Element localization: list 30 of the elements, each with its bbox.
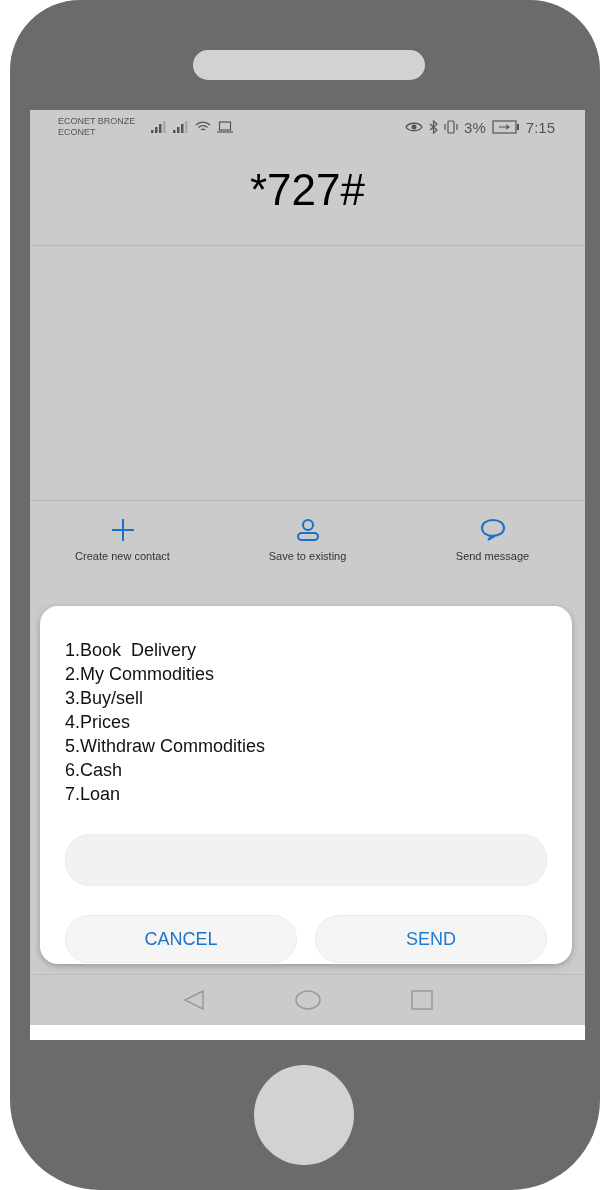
menu-option-text: 6.Cash: [65, 759, 124, 783]
menu-option-text: 7.Loan: [65, 783, 122, 807]
signal-icon: [173, 121, 190, 134]
carrier-name: ECONET BRONZE: [58, 116, 136, 128]
person-icon: [295, 518, 320, 543]
eye-icon: [405, 121, 424, 134]
clock-time: 7:15: [525, 119, 555, 136]
bluetooth-icon: [429, 120, 439, 135]
chat-bubble-icon: [479, 518, 506, 543]
vibrate-icon: [444, 120, 459, 135]
plus-icon: [110, 518, 135, 543]
contact-action-button[interactable]: Save to existing: [227, 518, 388, 563]
back-icon[interactable]: [182, 990, 205, 1011]
send-button[interactable]: SEND: [315, 915, 547, 964]
contact-action-button[interactable]: Send message: [412, 518, 573, 563]
menu-option-text: 3.Buy/sell: [65, 687, 145, 711]
menu-option-text: 1.Book Delivery: [65, 639, 198, 663]
signal-icon: [151, 121, 168, 134]
laptop-icon: [217, 121, 234, 134]
battery-percentage: 3%: [464, 119, 486, 136]
cancel-button[interactable]: CANCEL: [65, 915, 297, 964]
menu-option-text: 2.My Commodities: [65, 663, 216, 687]
contact-action-button[interactable]: Create new contact: [42, 518, 203, 563]
dialed-number: *727#: [250, 164, 365, 215]
home-icon[interactable]: [294, 990, 321, 1011]
menu-option-text: 5.Withdraw Commodities: [65, 735, 267, 759]
carrier-name: ECONET: [58, 127, 97, 139]
square-icon[interactable]: [410, 990, 433, 1011]
battery-icon: [491, 120, 520, 135]
menu-option-text: 4.Prices: [65, 711, 132, 735]
